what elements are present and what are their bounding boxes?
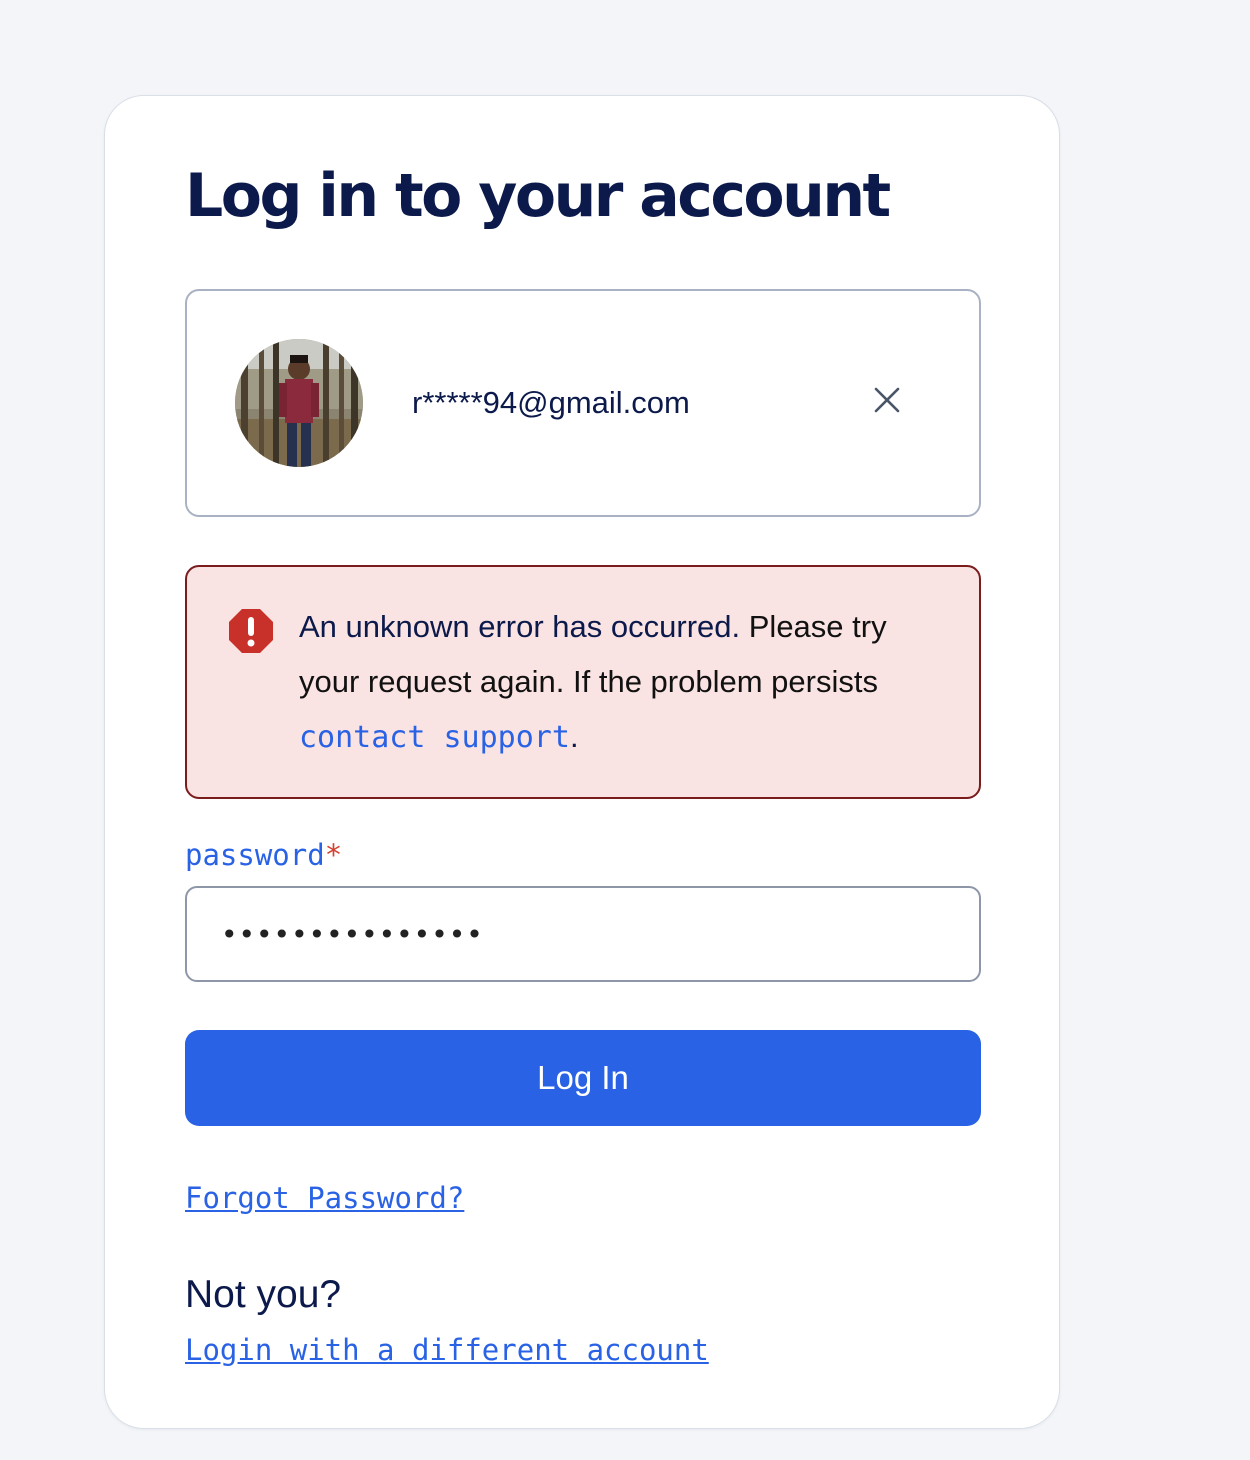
page-title: Log in to your account bbox=[185, 161, 891, 231]
not-you-text: Not you? bbox=[185, 1273, 342, 1316]
error-message: An unknown error has occurred. Please tr… bbox=[299, 599, 939, 765]
error-alert: An unknown error has occurred. Please tr… bbox=[185, 565, 981, 799]
selected-account: r*****94@gmail.com bbox=[185, 289, 981, 517]
close-icon[interactable] bbox=[869, 382, 905, 418]
required-mark: * bbox=[324, 838, 343, 872]
error-heading: An unknown error has occurred. bbox=[299, 609, 741, 644]
error-octagon-icon bbox=[227, 607, 275, 655]
login-card: Log in to your account r*****94@gmail.co… bbox=[104, 95, 1060, 1429]
forgot-password-link[interactable]: Forgot Password? bbox=[185, 1178, 464, 1218]
password-label: password* bbox=[185, 836, 342, 874]
different-account-link[interactable]: Login with a different account bbox=[185, 1330, 709, 1370]
error-trailing: . bbox=[569, 719, 579, 754]
password-input[interactable] bbox=[185, 886, 981, 982]
login-button[interactable]: Log In bbox=[185, 1030, 981, 1126]
avatar bbox=[235, 339, 363, 467]
password-label-text: password bbox=[185, 838, 325, 872]
contact-support-link[interactable]: contact support bbox=[299, 720, 570, 755]
account-email: r*****94@gmail.com bbox=[412, 385, 690, 420]
